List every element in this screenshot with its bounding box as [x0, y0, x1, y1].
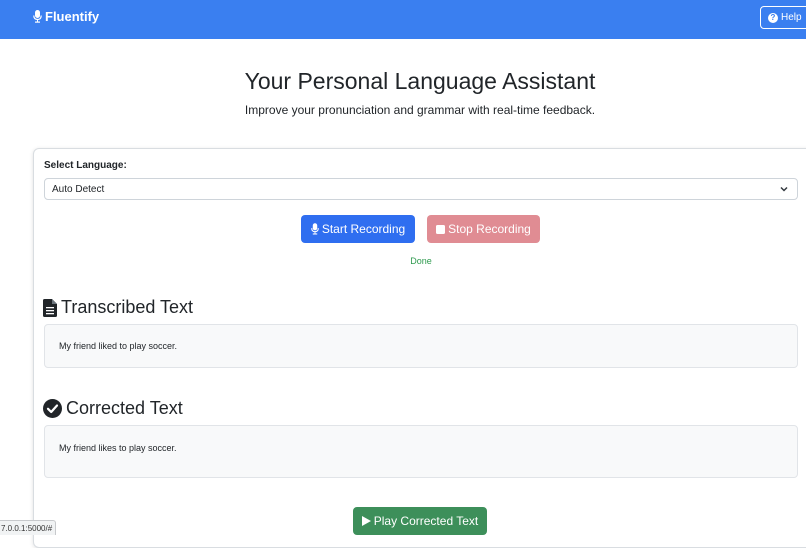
language-select[interactable]: Auto Detect [44, 178, 798, 200]
start-recording-label: Start Recording [321, 222, 406, 236]
assistant-card: Select Language: Auto Detect Start Recor… [33, 148, 806, 548]
status-bar-url: 7.0.0.1:5000/# [0, 520, 56, 535]
transcribed-heading: Transcribed Text [43, 297, 193, 318]
language-selected-value: Auto Detect [52, 183, 105, 195]
brand-name: Fluentify [45, 9, 100, 24]
stop-recording-button[interactable]: Stop Recording [427, 215, 540, 243]
document-icon [43, 298, 57, 317]
play-corrected-button[interactable]: Play Corrected Text [353, 507, 487, 535]
start-recording-button[interactable]: Start Recording [301, 215, 415, 243]
page-title: Your Personal Language Assistant [244, 68, 596, 94]
brand-link[interactable]: Fluentify [33, 9, 99, 24]
chevron-down-icon [780, 186, 788, 192]
play-icon [361, 516, 371, 526]
check-circle-icon [43, 399, 62, 418]
stop-recording-label: Stop Recording [448, 222, 531, 236]
transcribed-text-box: My friend liked to play soccer. [44, 324, 798, 368]
recording-status: Done [410, 256, 432, 266]
language-label: Select Language: [44, 160, 127, 171]
question-circle-icon: ? [768, 12, 778, 23]
stop-square-icon [436, 224, 446, 234]
microphone-icon [310, 223, 319, 235]
corrected-text: My friend likes to play soccer. [59, 443, 177, 453]
help-button[interactable]: ? Help [760, 6, 806, 29]
transcribed-text: My friend liked to play soccer. [59, 341, 178, 351]
help-label: Help [781, 12, 802, 23]
page-subtitle: Improve your pronunciation and grammar w… [244, 103, 596, 117]
corrected-text-box: My friend likes to play soccer. [44, 425, 798, 478]
play-corrected-label: Play Corrected Text [373, 514, 479, 528]
navbar: Fluentify ? Help [0, 0, 806, 39]
corrected-heading: Corrected Text [43, 398, 183, 419]
corrected-heading-text: Corrected Text [66, 398, 183, 418]
transcribed-heading-text: Transcribed Text [61, 297, 194, 317]
microphone-icon [33, 10, 42, 23]
